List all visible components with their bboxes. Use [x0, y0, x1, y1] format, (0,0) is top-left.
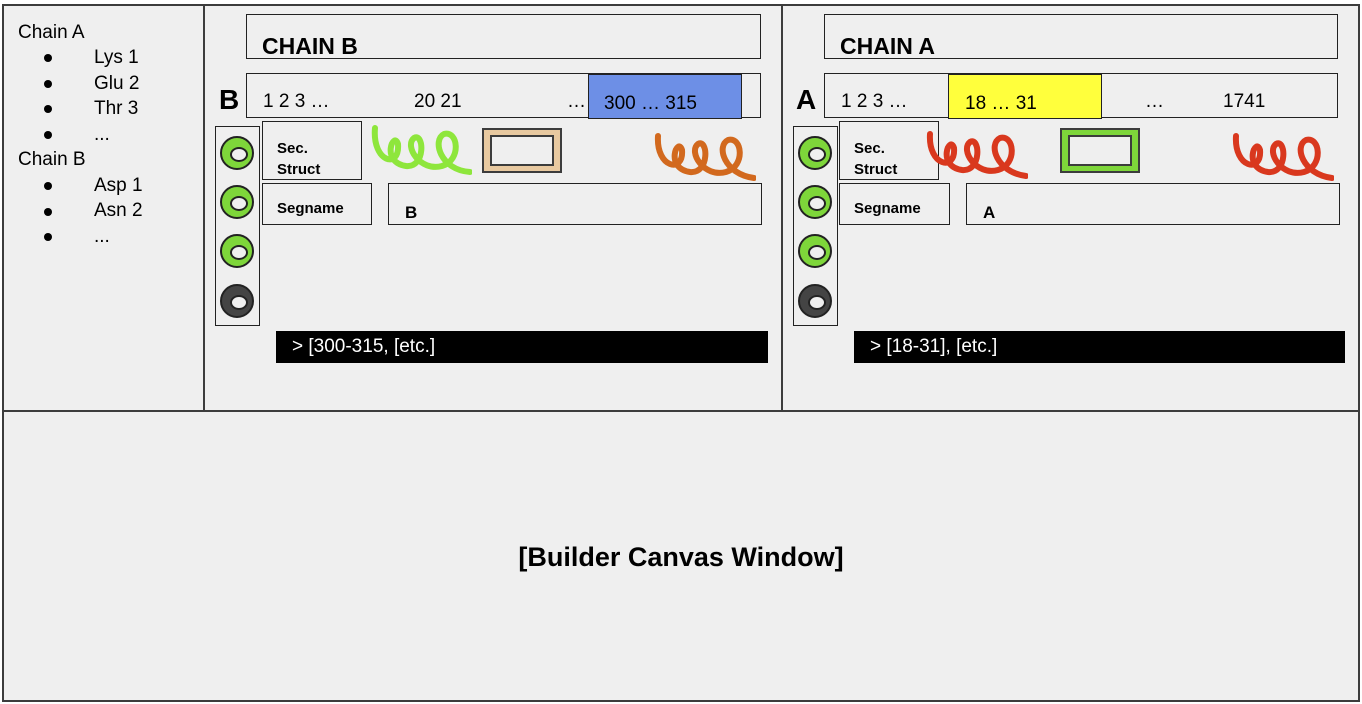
- toggle-icon[interactable]: [220, 136, 254, 170]
- chain-a-selection[interactable]: 18 … 31: [948, 74, 1102, 119]
- bullet: [44, 105, 52, 113]
- strand-icon: [482, 128, 562, 173]
- toggle-icon[interactable]: [798, 185, 832, 219]
- sec-struct-label: Sec. Struct: [854, 140, 898, 178]
- sec-struct-label: Sec. Struct: [277, 140, 321, 178]
- toggle-icon[interactable]: [220, 185, 254, 219]
- chain-b-sec-struct-box: Sec. Struct: [262, 121, 362, 180]
- tree-item-asp1[interactable]: Asp 1: [94, 173, 143, 199]
- command-text: > [300-315, [etc.]: [292, 336, 436, 357]
- tree-item-asn2[interactable]: Asn 2: [94, 198, 143, 224]
- chain-b-residues-mid[interactable]: 20 21: [414, 91, 462, 113]
- chain-a-segname-box: Segname: [839, 183, 950, 225]
- chain-b-title-bar: CHAIN B: [246, 14, 761, 59]
- chain-a-command-line[interactable]: > [18-31], [etc.]: [854, 331, 1345, 363]
- chain-b-residues-ellipsis: …: [567, 91, 586, 112]
- tree-item-lys1[interactable]: Lys 1: [94, 45, 139, 71]
- chain-a-title-bar: CHAIN A: [824, 14, 1338, 59]
- chain-a-title: CHAIN A: [840, 33, 935, 59]
- chain-b-segname-box: Segname: [262, 183, 372, 225]
- bullet: [44, 233, 52, 241]
- chain-b-toggle-column: [215, 126, 260, 326]
- bullet: [44, 208, 52, 216]
- strand-inner: [490, 135, 554, 166]
- toggle-icon[interactable]: [220, 284, 254, 318]
- tree-item-glu2[interactable]: Glu 2: [94, 71, 139, 97]
- segname-value: B: [405, 203, 418, 222]
- tree-item-more-b[interactable]: ...: [94, 224, 110, 250]
- chain-b-residues-start[interactable]: 1 2 3 …: [263, 91, 330, 113]
- tree-chain-a[interactable]: Chain A: [18, 20, 85, 46]
- chain-b-command-line[interactable]: > [300-315, [etc.]: [276, 331, 768, 363]
- strand-icon: [1060, 128, 1140, 173]
- bullet: [44, 131, 52, 139]
- segname-value: A: [983, 203, 996, 222]
- toggle-icon[interactable]: [220, 234, 254, 268]
- segname-label: Segname: [277, 200, 344, 217]
- chain-b-selection-label: 300 … 315: [604, 93, 697, 114]
- helix-icon: [371, 125, 472, 175]
- tree-chain-b[interactable]: Chain B: [18, 147, 86, 173]
- helix-icon: [654, 133, 756, 181]
- structure-tree: Chain A Lys 1 Glu 2 Thr 3 ... Chain B As…: [18, 20, 198, 260]
- chain-b-segname-field[interactable]: B: [388, 183, 762, 225]
- chain-a-residues-ellipsis: …: [1145, 91, 1164, 112]
- chain-a-toggle-column: [793, 126, 838, 326]
- toggle-icon[interactable]: [798, 284, 832, 318]
- builder-canvas-label: [Builder Canvas Window]: [518, 542, 844, 572]
- strand-inner: [1068, 135, 1132, 166]
- bullet: [44, 182, 52, 190]
- chain-a-selection-label: 18 … 31: [965, 93, 1037, 114]
- chain-a-letter: A: [796, 84, 817, 115]
- builder-canvas[interactable]: [Builder Canvas Window]: [2, 410, 1360, 702]
- segname-label: Segname: [854, 200, 921, 217]
- chain-a-residues-end[interactable]: 1741: [1223, 91, 1265, 113]
- chain-a-sec-struct-box: Sec. Struct: [839, 121, 939, 180]
- toggle-icon[interactable]: [798, 136, 832, 170]
- chain-a-segname-field[interactable]: A: [966, 183, 1340, 225]
- toggle-icon[interactable]: [798, 234, 832, 268]
- chain-b-letter: B: [219, 84, 240, 115]
- chain-b-title: CHAIN B: [262, 33, 358, 59]
- chain-b-selection[interactable]: 300 … 315: [588, 74, 742, 119]
- helix-icon: [1232, 133, 1334, 181]
- helix-icon: [926, 131, 1028, 179]
- bullet: [44, 54, 52, 62]
- command-text: > [18-31], [etc.]: [870, 336, 998, 357]
- tree-item-thr3[interactable]: Thr 3: [94, 96, 138, 122]
- tree-item-more-a[interactable]: ...: [94, 122, 110, 148]
- chain-a-residues-start[interactable]: 1 2 3 …: [841, 91, 908, 113]
- bullet: [44, 80, 52, 88]
